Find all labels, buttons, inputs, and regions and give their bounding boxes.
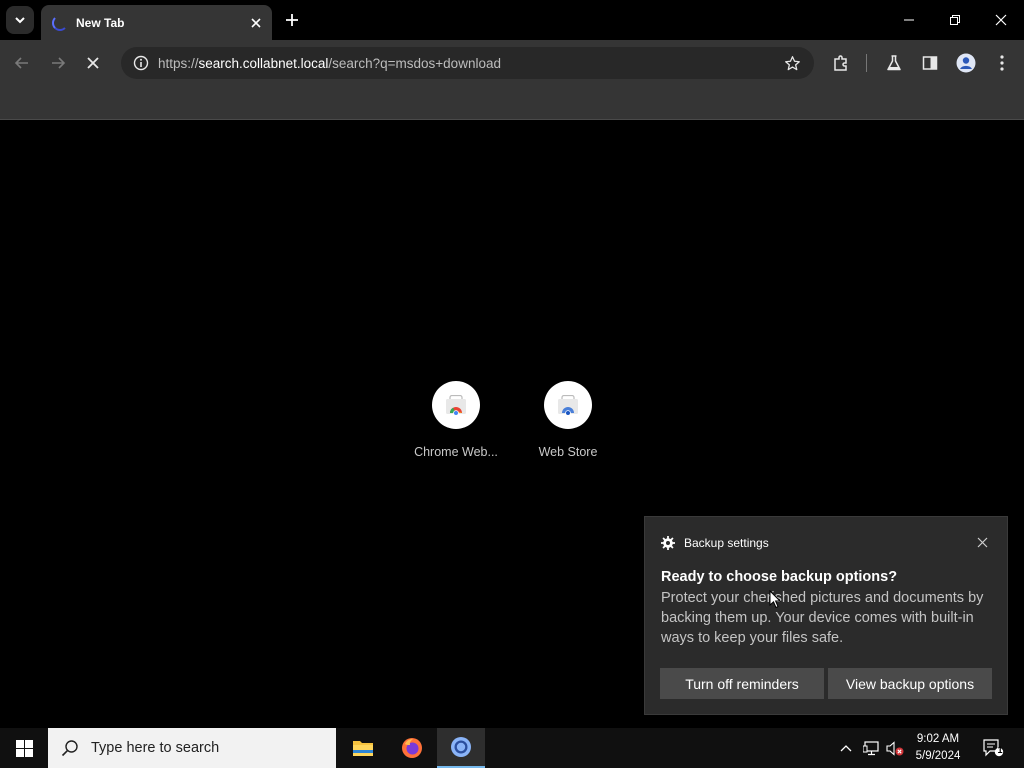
profile-button[interactable] [954,51,978,75]
tab-search-button[interactable] [6,6,34,34]
avatar-icon [956,53,976,73]
plus-icon [286,14,298,26]
mouse-cursor-icon [769,590,781,609]
volume-muted-icon [886,740,904,756]
tab-new-tab[interactable]: New Tab [41,5,272,40]
address-bar[interactable]: https://search.collabnet.local/search?q=… [121,47,814,79]
menu-button[interactable] [990,51,1014,75]
side-panel-button[interactable] [918,51,942,75]
chevron-down-icon [15,17,25,24]
taskbar-search-box[interactable]: Type here to search [48,728,336,768]
site-info-button[interactable] [126,55,156,71]
notification-count: 1 [997,745,1003,755]
volume-button[interactable] [884,728,906,768]
chevron-up-icon [840,745,852,752]
toolbar-separator [866,54,867,72]
minimize-button[interactable] [886,0,932,40]
shortcut-favicon [544,381,592,429]
gear-icon [661,536,675,550]
minimize-icon [904,19,914,21]
labs-button[interactable] [882,51,906,75]
back-button[interactable] [8,49,36,77]
arrow-right-icon [52,57,66,69]
arrow-left-icon [14,57,28,69]
tab-title: New Tab [76,15,125,30]
restore-button[interactable] [932,0,978,40]
chrome-icon [451,737,471,757]
taskbar-chrome[interactable] [437,728,485,768]
shortcut-tile[interactable]: Chrome Web... [401,381,511,459]
notification-app-name: Backup settings [684,536,769,550]
web-store-icon [558,395,578,415]
url-path: /search?q=msdos+download [328,55,501,71]
close-icon [87,57,99,69]
forward-button[interactable] [44,49,72,77]
windows-logo-icon [15,739,33,757]
close-icon [995,14,1007,26]
taskbar-file-explorer[interactable] [339,728,387,768]
firefox-icon [402,738,422,758]
new-tab-button[interactable] [281,9,303,31]
shortcut-tile[interactable]: Web Store [513,381,623,459]
taskbar: Type here to search 9:02 AM 5/9/2024 1 [0,728,1024,768]
address-url: https://search.collabnet.local/search?q=… [158,56,776,71]
star-icon [784,55,800,70]
info-icon [133,55,149,71]
search-icon [61,740,78,757]
notification-close-button[interactable] [975,535,989,549]
extensions-button[interactable] [829,51,853,75]
stop-loading-button[interactable] [79,49,107,77]
shortcut-label: Chrome Web... [414,445,498,459]
taskbar-firefox[interactable] [388,728,436,768]
network-icon [862,740,879,755]
view-backup-options-button[interactable]: View backup options [828,668,992,699]
show-hidden-icons-button[interactable] [836,728,856,768]
url-scheme: https:// [158,55,199,71]
taskbar-clock[interactable]: 9:02 AM 5/9/2024 [910,731,966,765]
notification-header: Backup settings [661,536,769,550]
clock-date: 5/9/2024 [915,750,961,762]
tab-strip: New Tab [0,0,1024,40]
network-button[interactable] [860,728,882,768]
kebab-menu-icon [1000,55,1004,71]
browser-toolbar: https://search.collabnet.local/search?q=… [0,40,1024,86]
flask-icon [887,55,901,71]
search-placeholder: Type here to search [91,740,220,756]
folder-icon [353,741,373,756]
url-host: search.collabnet.local [198,55,329,71]
shortcut-favicon [432,381,480,429]
close-window-button[interactable] [978,0,1024,40]
close-icon [251,17,261,28]
restore-icon [950,15,960,25]
tab-close-button[interactable] [246,13,266,33]
chrome-web-store-icon [446,395,466,415]
turn-off-reminders-button[interactable]: Turn off reminders [660,668,824,699]
start-button[interactable] [0,728,48,768]
side-panel-icon [922,56,938,70]
notification-title: Ready to choose backup options? [661,569,898,585]
notification-body: Protect your cherished pictures and docu… [661,590,984,646]
backup-notification: Backup settings Ready to choose backup o… [644,516,1008,715]
puzzle-icon [834,55,847,71]
bookmark-bar [0,86,1024,120]
shortcut-label: Web Store [538,445,598,459]
action-center-button[interactable]: 1 [978,728,1008,768]
bookmark-star-button[interactable] [776,55,808,72]
loading-spinner-icon [52,14,68,31]
clock-time: 9:02 AM [916,733,960,745]
screen: New Tab https://search.collabnet.local/s… [0,0,1024,768]
close-icon [977,537,987,547]
